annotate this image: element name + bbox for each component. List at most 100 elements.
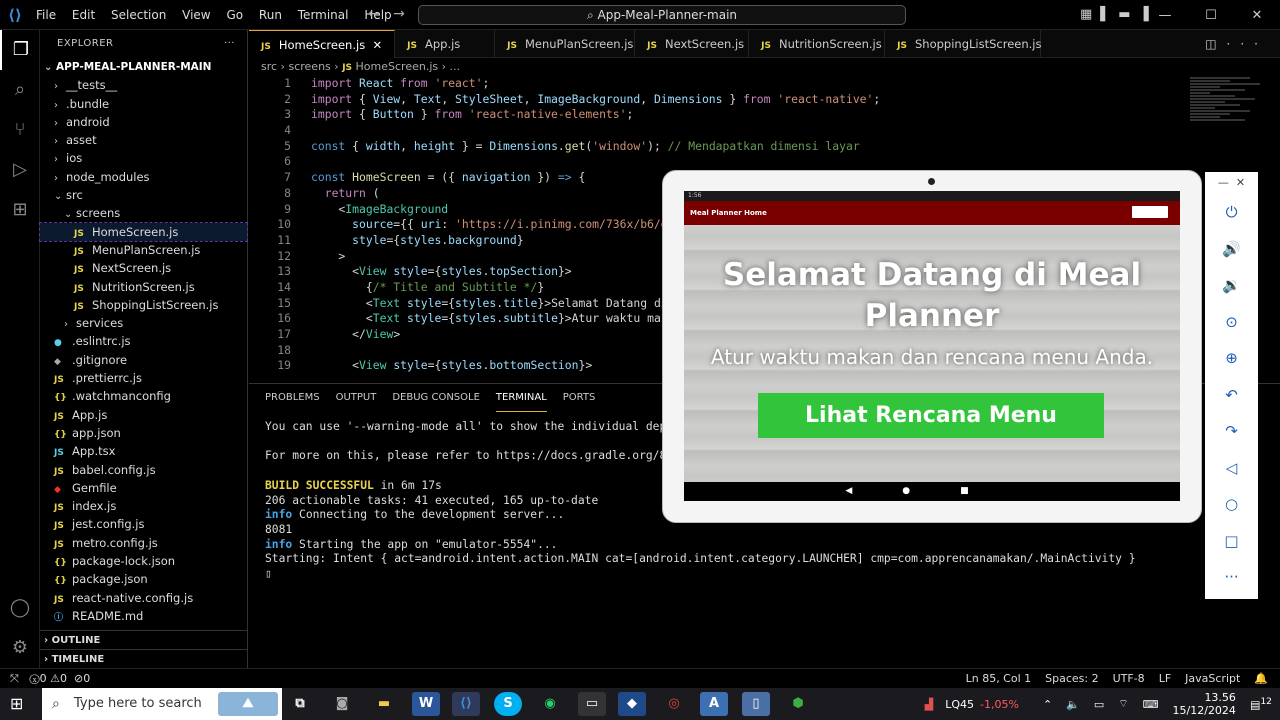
volume-up-icon[interactable]: 🔊 xyxy=(1205,231,1258,268)
menu-edit[interactable]: Edit xyxy=(72,8,95,22)
breadcrumb-symbol[interactable]: ... xyxy=(450,60,461,73)
close-icon[interactable]: ✕ xyxy=(1234,8,1280,23)
more-icon[interactable]: ··· xyxy=(1205,559,1258,596)
breadcrumb-screens[interactable]: screens xyxy=(288,60,330,73)
remote-desktop-icon[interactable]: ◆ xyxy=(618,692,646,716)
tree-item[interactable]: JS .prettierrc.js xyxy=(40,369,247,387)
encoding[interactable]: UTF-8 xyxy=(1113,672,1145,685)
bell-icon[interactable]: 🔔 xyxy=(1254,672,1268,685)
tree-item[interactable]: › .bundle xyxy=(40,95,247,113)
power-icon[interactable]: ⏻ xyxy=(1205,194,1258,231)
home-icon[interactable]: ○ xyxy=(1205,486,1258,523)
tree-item[interactable]: › node_modules xyxy=(40,168,247,186)
tree-item[interactable]: JS index.js xyxy=(40,497,247,515)
whatsapp-icon[interactable]: ◉ xyxy=(536,692,564,716)
tree-item[interactable]: {} app.json xyxy=(40,424,247,442)
source-control-icon[interactable]: ⑂ xyxy=(0,110,40,150)
tab-debug-console[interactable]: DEBUG CONSOLE xyxy=(392,384,480,412)
notification-icon[interactable]: ▤12 xyxy=(1250,696,1272,712)
menu-run[interactable]: Run xyxy=(259,8,282,22)
run-debug-icon[interactable]: ▷ xyxy=(0,150,40,190)
back-arrow-icon[interactable]: ← xyxy=(368,6,380,22)
toggle-sidebar-icon[interactable]: ▌ xyxy=(1100,7,1118,22)
speaker-icon[interactable]: 🔈 xyxy=(1066,698,1080,711)
tree-item[interactable]: › asset xyxy=(40,131,247,149)
stock-name[interactable]: LQ45 xyxy=(945,698,974,711)
timeline-section[interactable]: › TIMELINE xyxy=(40,649,248,668)
tree-item[interactable]: {} package-lock.json xyxy=(40,552,247,570)
tab-nextscreen[interactable]: JS NextScreen.js xyxy=(635,30,750,58)
breadcrumb-src[interactable]: src xyxy=(261,60,277,73)
menu-selection[interactable]: Selection xyxy=(111,8,166,22)
file-explorer-icon[interactable]: ▬ xyxy=(370,692,398,716)
tab-shoppinglistscreen[interactable]: JS ShoppingListScreen.js xyxy=(885,30,1041,58)
tree-item[interactable]: JS NextScreen.js xyxy=(40,259,247,277)
tree-item[interactable]: JS metro.config.js xyxy=(40,534,247,552)
view-menu-plan-button[interactable]: Lihat Rencana Menu xyxy=(758,393,1104,438)
minimize-icon[interactable]: — xyxy=(1142,8,1188,23)
word-icon[interactable]: W xyxy=(412,692,440,716)
tab-terminal[interactable]: TERMINAL xyxy=(495,384,547,412)
keyboard-icon[interactable]: ⌨ xyxy=(1143,698,1159,711)
tree-item[interactable]: {} .watchmanconfig xyxy=(40,387,247,405)
status-left[interactable]: ⤧ ⓧ0 ⚠0 ⊘0 xyxy=(10,669,90,688)
split-editor-icon[interactable]: ◫ xyxy=(1205,37,1226,51)
language-mode[interactable]: JavaScript xyxy=(1185,672,1240,685)
more-actions-icon[interactable]: ··· xyxy=(1227,37,1268,51)
chevron-up-icon[interactable]: ⌃ xyxy=(1043,698,1052,711)
battery-icon[interactable]: ▭ xyxy=(1094,698,1104,711)
menu-file[interactable]: File xyxy=(36,8,56,22)
tree-item[interactable]: {} package.json xyxy=(40,570,247,588)
remote-icon[interactable]: ⤧ xyxy=(10,672,19,685)
terminal-app-icon[interactable]: ▭ xyxy=(578,692,606,716)
emulator-app-icon[interactable]: ▯ xyxy=(742,692,770,716)
clock[interactable]: 13.56 15/12/2024 xyxy=(1173,691,1236,717)
tree-item[interactable]: JS babel.config.js xyxy=(40,461,247,479)
customize-layout-icon[interactable]: ▦ xyxy=(1080,7,1100,22)
tab-problems[interactable]: PROBLEMS xyxy=(265,384,320,412)
tree-item[interactable]: JS App.tsx xyxy=(40,442,247,460)
android-studio-icon[interactable]: A xyxy=(700,692,728,716)
tab-nutritionscreen[interactable]: JS NutritionScreen.js xyxy=(749,30,886,58)
rotate-right-icon[interactable]: ↷ xyxy=(1205,413,1258,450)
project-root[interactable]: ⌄ APP-MEAL-PLANNER-MAIN xyxy=(40,58,247,76)
minimize-icon[interactable]: — xyxy=(1218,176,1229,189)
menu-go[interactable]: Go xyxy=(226,8,243,22)
landscape-widget-icon[interactable]: ⛰ xyxy=(218,692,278,716)
tree-item[interactable]: › services xyxy=(40,314,247,332)
recents-square-icon[interactable]: ■ xyxy=(960,486,1019,496)
tab-menuplanscreen[interactable]: JS MenuPlanScreen.js xyxy=(495,30,636,58)
minimap[interactable] xyxy=(1190,76,1270,186)
back-triangle-icon[interactable]: ◀ xyxy=(845,486,902,496)
tree-item[interactable]: JS ShoppingListScreen.js xyxy=(40,296,247,314)
explorer-icon[interactable]: ❐ xyxy=(0,30,40,70)
vscode-icon[interactable]: ⟨⟩ xyxy=(452,692,480,716)
tree-item[interactable]: JS jest.config.js xyxy=(40,515,247,533)
tree-item[interactable]: JS MenuPlanScreen.js xyxy=(40,241,247,259)
settings-gear-icon[interactable]: ⚙ xyxy=(0,628,40,668)
maximize-icon[interactable]: ☐ xyxy=(1188,8,1234,23)
task-view-icon[interactable]: ⧉ xyxy=(286,692,314,716)
tab-ports[interactable]: PORTS xyxy=(563,384,596,412)
close-tab-icon[interactable]: ✕ xyxy=(373,38,383,52)
tab-homescreen[interactable]: JS HomeScreen.js ✕ xyxy=(249,30,396,58)
tree-item[interactable]: ◆ .gitignore xyxy=(40,351,247,369)
cursor-position[interactable]: Ln 85, Col 1 xyxy=(966,672,1032,685)
account-icon[interactable]: ◯ xyxy=(0,588,40,628)
home-circle-icon[interactable]: ● xyxy=(902,486,960,496)
command-center[interactable]: ⌕ App-Meal-Planner-main xyxy=(418,5,906,25)
windows-start-icon[interactable]: ⊞ xyxy=(10,694,30,714)
tab-output[interactable]: OUTPUT xyxy=(336,384,377,412)
tree-item[interactable]: JS App.js xyxy=(40,406,247,424)
volume-down-icon[interactable]: 🔉 xyxy=(1205,267,1258,304)
breadcrumb-file[interactable]: HomeScreen.js xyxy=(356,60,439,73)
more-actions-icon[interactable]: ··· xyxy=(224,30,235,58)
camera-app-icon[interactable]: ◙ xyxy=(328,692,356,716)
tree-item[interactable]: › ios xyxy=(40,149,247,167)
extensions-icon[interactable]: ⊞ xyxy=(0,190,40,230)
toggle-panel-icon[interactable]: ▬ xyxy=(1118,7,1138,22)
tree-item[interactable]: ⓘ README.md xyxy=(40,607,247,625)
tree-item[interactable]: JS react-native.config.js xyxy=(40,589,247,607)
back-icon[interactable]: ◁ xyxy=(1205,450,1258,487)
outline-section[interactable]: › OUTLINE xyxy=(40,630,248,649)
